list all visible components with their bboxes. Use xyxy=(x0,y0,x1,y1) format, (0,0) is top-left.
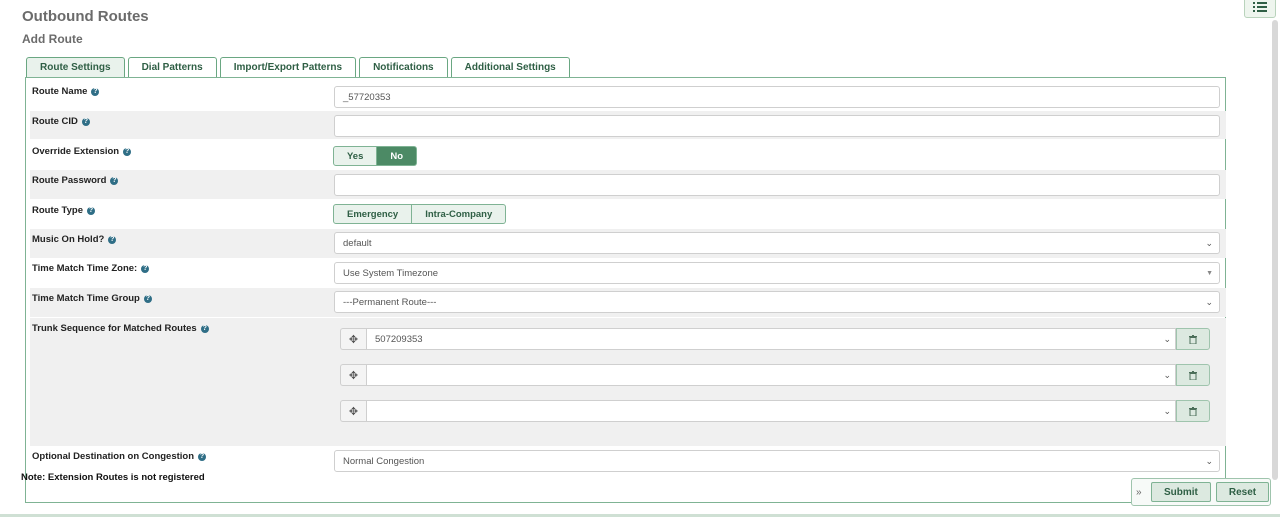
list-icon xyxy=(1253,2,1267,12)
toggle-list-button[interactable] xyxy=(1244,0,1276,18)
route-password-label-text: Route Password xyxy=(32,175,107,186)
congestion-value: Normal Congestion xyxy=(343,455,425,467)
trunk-sequence-label-text: Trunk Sequence for Matched Routes xyxy=(32,323,197,334)
trash-icon xyxy=(1189,370,1197,380)
row-route-name: Route Name ? _57720353 xyxy=(30,82,1226,110)
submit-button[interactable]: Submit xyxy=(1151,482,1211,502)
row-music-on-hold: Music On Hold? ? default ⌄ xyxy=(30,229,1226,258)
trash-icon xyxy=(1189,334,1197,344)
route-name-label: Route Name ? xyxy=(32,86,100,97)
tab-additional-settings[interactable]: Additional Settings xyxy=(450,57,570,77)
intra-company-button[interactable]: Intra-Company xyxy=(412,204,507,224)
action-bar: » Submit Reset xyxy=(1131,478,1271,506)
music-on-hold-label-text: Music On Hold? xyxy=(32,234,105,245)
time-group-label: Time Match Time Group ? xyxy=(32,293,152,304)
help-icon[interactable]: ? xyxy=(81,117,90,126)
help-icon[interactable]: ? xyxy=(198,452,207,461)
route-type-label-text: Route Type xyxy=(32,205,84,216)
delete-trunk-button[interactable] xyxy=(1176,400,1210,422)
override-extension-label-text: Override Extension xyxy=(32,146,120,157)
row-time-group: Time Match Time Group ? ---Permanent Rou… xyxy=(30,288,1226,317)
chevron-down-icon: ⌄ xyxy=(1205,455,1213,466)
chevron-down-icon: ⌄ xyxy=(1163,369,1171,380)
route-password-input[interactable] xyxy=(334,174,1220,196)
trunk-row-3: ✥ ⌄ xyxy=(340,400,1210,422)
time-group-select[interactable]: ---Permanent Route--- ⌄ xyxy=(334,291,1220,313)
page-subtitle: Add Route xyxy=(22,32,83,46)
override-no-button[interactable]: No xyxy=(377,146,418,166)
music-on-hold-value: default xyxy=(343,237,372,249)
move-icon[interactable]: ✥ xyxy=(340,400,366,422)
trash-icon xyxy=(1189,406,1197,416)
route-password-label: Route Password ? xyxy=(32,175,119,186)
trunk-row-2: ✥ ⌄ xyxy=(340,364,1210,386)
bottom-divider xyxy=(0,514,1280,517)
time-zone-value: Use System Timezone xyxy=(343,267,439,279)
congestion-label-text: Optional Destination on Congestion xyxy=(32,451,195,462)
trunk-row-1: ✥ 507209353 ⌄ xyxy=(340,328,1210,350)
time-group-value: ---Permanent Route--- xyxy=(343,296,437,308)
registration-note: Note: Extension Routes is not registered xyxy=(21,472,205,483)
page-title: Outbound Routes xyxy=(22,8,149,25)
chevron-down-icon: ⌄ xyxy=(1163,333,1171,344)
route-cid-label-text: Route CID xyxy=(32,116,78,127)
time-zone-label-text: Time Match Time Zone: xyxy=(32,263,138,274)
route-type-label: Route Type ? xyxy=(32,205,96,216)
help-icon[interactable]: ? xyxy=(91,87,100,96)
row-route-cid: Route CID ? xyxy=(30,111,1226,139)
row-override-extension: Override Extension ? Yes No xyxy=(30,140,1226,169)
move-icon[interactable]: ✥ xyxy=(340,328,366,350)
trunk-select-3[interactable]: ⌄ xyxy=(366,400,1176,422)
time-zone-label: Time Match Time Zone: ? xyxy=(32,263,150,274)
time-zone-select[interactable]: Use System Timezone ▼ xyxy=(334,262,1220,284)
congestion-select[interactable]: Normal Congestion ⌄ xyxy=(334,450,1220,472)
trunk-sequence-label: Trunk Sequence for Matched Routes ? xyxy=(32,323,209,334)
chevron-down-icon: ⌄ xyxy=(1205,237,1213,248)
chevron-down-icon: ⌄ xyxy=(1163,405,1171,416)
tab-dial-patterns[interactable]: Dial Patterns xyxy=(127,57,217,77)
override-yes-button[interactable]: Yes xyxy=(333,146,378,166)
trunk-1-value: 507209353 xyxy=(375,333,423,345)
row-route-password: Route Password ? xyxy=(30,170,1226,199)
help-icon[interactable]: ? xyxy=(87,206,96,215)
tab-route-settings[interactable]: Route Settings xyxy=(26,57,125,77)
scrollbar[interactable] xyxy=(1272,20,1278,480)
reset-button[interactable]: Reset xyxy=(1215,482,1270,502)
tab-import-export-patterns[interactable]: Import/Export Patterns xyxy=(219,57,357,77)
music-on-hold-label: Music On Hold? ? xyxy=(32,234,117,245)
congestion-label: Optional Destination on Congestion ? xyxy=(32,451,207,462)
help-icon[interactable]: ? xyxy=(110,176,119,185)
route-name-label-text: Route Name xyxy=(32,86,88,97)
move-icon[interactable]: ✥ xyxy=(340,364,366,386)
row-congestion: Optional Destination on Congestion ? Nor… xyxy=(30,446,1226,474)
route-name-input[interactable]: _57720353 xyxy=(334,86,1220,108)
trunk-select-2[interactable]: ⌄ xyxy=(366,364,1176,386)
music-on-hold-select[interactable]: default ⌄ xyxy=(334,232,1220,254)
tab-notifications[interactable]: Notifications xyxy=(359,57,448,77)
collapse-arrow-icon[interactable]: » xyxy=(1136,487,1146,498)
emergency-button[interactable]: Emergency xyxy=(333,204,413,224)
help-icon[interactable]: ? xyxy=(108,235,117,244)
time-group-label-text: Time Match Time Group xyxy=(32,293,140,304)
delete-trunk-button[interactable] xyxy=(1176,328,1210,350)
help-icon[interactable]: ? xyxy=(200,324,209,333)
chevron-down-icon: ⌄ xyxy=(1205,296,1213,307)
tab-bar: Route Settings Dial Patterns Import/Expo… xyxy=(26,57,570,77)
route-type-buttons: Emergency Intra-Company xyxy=(333,204,507,224)
route-cid-input[interactable] xyxy=(334,115,1220,137)
row-time-zone: Time Match Time Zone: ? Use System Timez… xyxy=(30,258,1226,287)
trunk-select-1[interactable]: 507209353 ⌄ xyxy=(366,328,1176,350)
override-extension-label: Override Extension ? xyxy=(32,146,132,157)
delete-trunk-button[interactable] xyxy=(1176,364,1210,386)
help-icon[interactable]: ? xyxy=(123,147,132,156)
caret-down-icon: ▼ xyxy=(1206,269,1213,277)
row-route-type: Route Type ? Emergency Intra-Company xyxy=(30,200,1226,228)
override-extension-toggle: Yes No xyxy=(333,146,418,166)
help-icon[interactable]: ? xyxy=(143,294,152,303)
route-cid-label: Route CID ? xyxy=(32,116,90,127)
help-icon[interactable]: ? xyxy=(141,264,150,273)
